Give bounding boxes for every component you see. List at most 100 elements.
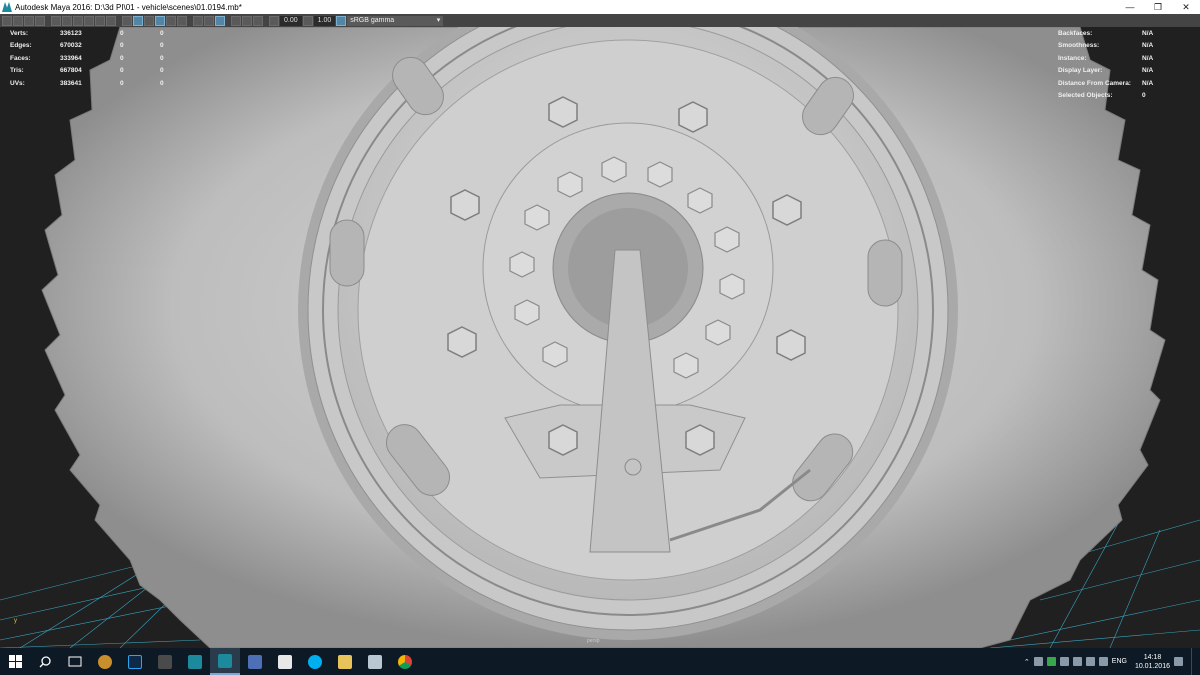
task-view-icon xyxy=(68,656,82,667)
zbrush-icon xyxy=(158,654,172,669)
clock[interactable]: 14:18 10.01.2016 xyxy=(1135,653,1170,671)
wireframe-on-shaded-icon[interactable] xyxy=(144,15,154,26)
field-chart-icon[interactable] xyxy=(95,15,105,26)
task-view-button[interactable] xyxy=(60,648,90,675)
photoshop-icon xyxy=(128,654,142,669)
hud-label: Tris: xyxy=(10,67,24,75)
hud-value: 336123 xyxy=(60,29,82,37)
gamma-field[interactable]: 1.00 xyxy=(313,15,336,26)
show-desktop-button[interactable] xyxy=(1191,648,1194,675)
restore-button[interactable]: ❐ xyxy=(1144,0,1172,14)
chevron-up-icon[interactable]: ⌃ xyxy=(1024,658,1030,666)
taskbar-app-reader[interactable] xyxy=(270,648,300,675)
notifications-icon[interactable] xyxy=(1174,657,1183,666)
gate-mask-icon[interactable] xyxy=(84,15,94,26)
hud-label: Display Layer: xyxy=(1058,67,1103,75)
anti-aliasing-icon[interactable] xyxy=(215,15,225,26)
taskbar: ⌃ ENG 14:18 10.01.2016 xyxy=(0,648,1200,675)
tray-pen-icon[interactable] xyxy=(1072,657,1082,666)
hud-row: Smoothness: N/A xyxy=(1058,40,1153,53)
wireframe-icon[interactable] xyxy=(122,15,132,26)
taskbar-app-maya-active[interactable] xyxy=(210,648,240,675)
volume-icon[interactable] xyxy=(1098,657,1108,666)
axis-indicator: y xyxy=(14,618,17,624)
network-icon[interactable] xyxy=(1085,657,1095,666)
view-transform-dropdown[interactable]: sRGB gamma ▾ xyxy=(347,15,444,26)
title-bar: Autodesk Maya 2016: D:\3d PI\01 - vehicl… xyxy=(0,0,1200,14)
hud-row: Distance From Camera: N/A xyxy=(1058,77,1153,90)
hud-value: 383641 xyxy=(60,79,82,87)
tray-sync-icon[interactable] xyxy=(1046,657,1056,666)
hud-value: N/A xyxy=(1142,79,1154,87)
hud-row: Instance: N/A xyxy=(1058,52,1153,65)
lights-icon[interactable] xyxy=(166,15,176,26)
taskbar-app-explorer[interactable] xyxy=(330,648,360,675)
hud-value: 0 xyxy=(120,67,124,75)
tray-display-icon[interactable] xyxy=(1059,657,1069,666)
clock-time: 14:18 xyxy=(1143,653,1162,661)
camera-attributes-icon[interactable] xyxy=(13,15,23,26)
hud-row: Display Layer: N/A xyxy=(1058,65,1153,78)
hud-row: Faces: 333964 0 0 xyxy=(10,52,164,65)
xray-icon[interactable] xyxy=(242,15,252,26)
bookmark-icon[interactable] xyxy=(24,15,34,26)
hud-value: 0 xyxy=(160,54,164,62)
hud-label: UVs: xyxy=(10,79,25,87)
taskbar-app-maya[interactable] xyxy=(180,648,210,675)
taskbar-app-paint[interactable] xyxy=(90,648,120,675)
xray-joints-icon[interactable] xyxy=(253,15,263,26)
image-plane-icon[interactable] xyxy=(35,15,45,26)
hud-label: Faces: xyxy=(10,54,31,62)
ambient-occlusion-icon[interactable] xyxy=(193,15,203,26)
chevron-down-icon: ▾ xyxy=(436,16,441,24)
viewport-toolbar: 0.00 1.00 sRGB gamma ▾ xyxy=(0,14,1200,27)
chrome-icon xyxy=(398,654,412,669)
hud-value: 333964 xyxy=(60,54,82,62)
hud-value: 667804 xyxy=(60,67,82,75)
hud-row: UVs: 383641 0 0 xyxy=(10,77,164,90)
start-button[interactable] xyxy=(0,648,30,675)
hud-label: Verts: xyxy=(10,29,29,37)
window-title: Autodesk Maya 2016: D:\3d PI\01 - vehicl… xyxy=(15,2,242,12)
taskbar-app-photoshop[interactable] xyxy=(120,648,150,675)
taskbar-app-files[interactable] xyxy=(360,648,390,675)
paint-icon xyxy=(98,654,112,669)
gamma-icon[interactable] xyxy=(302,15,313,26)
smooth-shade-icon[interactable] xyxy=(133,15,143,26)
select-camera-icon[interactable] xyxy=(2,15,12,26)
hud-row: Tris: 667804 0 0 xyxy=(10,65,164,78)
taskbar-app-zbrush[interactable] xyxy=(150,648,180,675)
resolution-gate-icon[interactable] xyxy=(73,15,83,26)
hud-value: 0 xyxy=(160,29,164,37)
taskbar-app-skype[interactable] xyxy=(300,648,330,675)
color-management-icon[interactable] xyxy=(336,15,347,26)
exposure-icon[interactable] xyxy=(269,15,279,26)
isolate-select-icon[interactable] xyxy=(231,15,241,26)
files-icon xyxy=(368,654,382,669)
grid-icon[interactable] xyxy=(51,15,61,26)
wheel-scene xyxy=(0,27,1200,648)
close-button[interactable]: ✕ xyxy=(1172,0,1200,14)
book-icon xyxy=(278,654,292,669)
maya-active-icon xyxy=(218,653,232,668)
minimize-button[interactable]: — xyxy=(1116,0,1144,14)
clock-date: 10.01.2016 xyxy=(1134,662,1170,670)
safe-action-icon[interactable] xyxy=(106,15,116,26)
language-indicator[interactable]: ENG xyxy=(1112,658,1127,665)
hud-value: N/A xyxy=(1142,42,1154,50)
textured-icon[interactable] xyxy=(155,15,165,26)
motion-blur-icon[interactable] xyxy=(204,15,214,26)
exposure-field[interactable]: 0.00 xyxy=(280,15,302,26)
tray-app-icon[interactable] xyxy=(1033,657,1043,666)
system-tray: ⌃ ENG 14:18 10.01.2016 xyxy=(1024,648,1200,675)
taskbar-app-save[interactable] xyxy=(240,648,270,675)
film-gate-icon[interactable] xyxy=(62,15,72,26)
hud-label: Edges: xyxy=(10,42,32,50)
hud-label: Selected Objects: xyxy=(1058,92,1113,100)
taskbar-app-chrome[interactable] xyxy=(390,648,420,675)
shadows-icon[interactable] xyxy=(177,15,187,26)
view-transform-value: sRGB gamma xyxy=(350,16,395,24)
perspective-viewport[interactable]: Verts: 336123 0 0 Edges: 670032 0 0 Face… xyxy=(0,27,1200,648)
hud-value: N/A xyxy=(1142,29,1154,37)
search-button[interactable] xyxy=(30,648,60,675)
